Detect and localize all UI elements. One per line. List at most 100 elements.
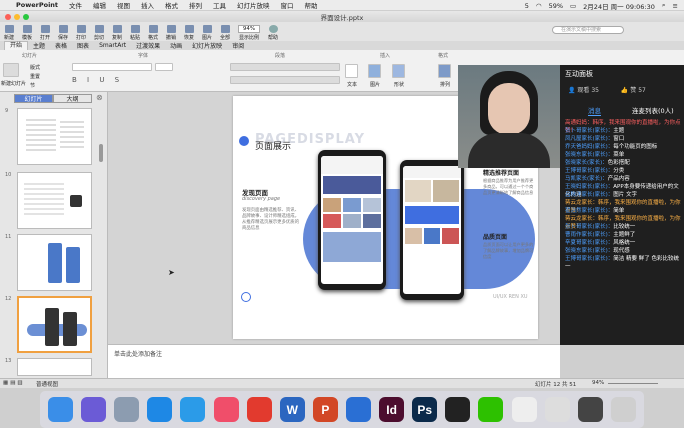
control-center-icon[interactable]: ≡ bbox=[673, 2, 678, 10]
panel-tabs: 消息 连麦列表(0人) bbox=[560, 103, 684, 116]
slide-thumbnail[interactable] bbox=[17, 108, 92, 165]
dock-app-bird-icon[interactable] bbox=[346, 397, 372, 422]
tab-slideshow[interactable]: 幻灯片放映 bbox=[187, 41, 227, 50]
dock-app-trash-icon[interactable] bbox=[610, 397, 636, 422]
dock-app-safari-icon[interactable] bbox=[180, 397, 206, 422]
chat-sender: 凤凡屋家长(家长)： bbox=[565, 136, 614, 142]
dock-app-app-store-icon[interactable] bbox=[147, 397, 173, 422]
template-button[interactable]: 模板 bbox=[20, 25, 34, 41]
dock-app-netease-music-icon[interactable] bbox=[246, 397, 272, 422]
close-window-button[interactable] bbox=[5, 14, 11, 20]
zoom-slider[interactable] bbox=[608, 383, 658, 384]
redo-button[interactable]: 恢复 bbox=[182, 25, 196, 41]
dock-app-doc1-icon[interactable] bbox=[511, 397, 537, 422]
slide-thumbnail[interactable] bbox=[17, 234, 92, 291]
dock-app-siri-icon[interactable] bbox=[81, 397, 107, 422]
zoom-control[interactable]: 94% 显示比例 bbox=[236, 25, 262, 41]
dock-app-wechat-icon[interactable] bbox=[478, 397, 504, 422]
like-icon[interactable]: 👍 bbox=[621, 87, 628, 94]
tab-messages[interactable]: 消息 bbox=[588, 105, 601, 116]
picture-icon[interactable] bbox=[368, 64, 381, 78]
tab-smartart[interactable]: SmartArt bbox=[94, 42, 131, 49]
print-button[interactable]: 打印 bbox=[74, 25, 88, 41]
dock-app-doc2-icon[interactable] bbox=[544, 397, 570, 422]
menu-file[interactable]: 文件 bbox=[69, 0, 82, 10]
new-button[interactable]: 新建 bbox=[2, 25, 16, 41]
menu-edit[interactable]: 编辑 bbox=[93, 0, 106, 10]
slide-thumbnail[interactable] bbox=[17, 172, 92, 229]
tab-outline[interactable]: 大纲 bbox=[53, 94, 92, 103]
new-slide-button[interactable] bbox=[3, 63, 19, 77]
paste-icon bbox=[130, 25, 140, 33]
tab-tables[interactable]: 表格 bbox=[50, 41, 72, 50]
slide-thumbnail[interactable] bbox=[17, 358, 92, 376]
tab-home[interactable]: 开始 bbox=[4, 41, 29, 50]
panel-title: 互动面板 bbox=[565, 70, 593, 78]
thumbnail-scrollbar[interactable] bbox=[99, 144, 103, 162]
zoom-input[interactable]: 94% bbox=[238, 25, 260, 33]
dock-app-photoshop-icon[interactable]: Ps bbox=[412, 397, 438, 422]
dock-app-launchpad-icon[interactable] bbox=[114, 397, 140, 422]
chat-sender: 马凯家长(家长)： bbox=[565, 176, 608, 182]
copy-button[interactable]: 复制 bbox=[110, 25, 124, 41]
minimize-window-button[interactable] bbox=[14, 14, 20, 20]
clock[interactable]: 2月24日 周一 09:06:30 bbox=[583, 1, 655, 11]
cut-button[interactable]: 剪切 bbox=[92, 25, 106, 41]
menu-slideshow[interactable]: 幻灯片放映 bbox=[237, 0, 270, 10]
dock-app-powerpoint-icon[interactable]: P bbox=[312, 397, 338, 422]
search-input[interactable]: 在演示文稿中搜索 bbox=[552, 26, 624, 34]
battery-level[interactable]: 59% bbox=[549, 2, 563, 10]
menu-insert[interactable]: 插入 bbox=[141, 0, 154, 10]
view-switch-icons[interactable]: ▦▤▥ bbox=[3, 380, 25, 386]
notification-badge[interactable]: 5 bbox=[525, 2, 529, 10]
search-icon[interactable]: ⌕ bbox=[662, 1, 666, 10]
help-button[interactable]: 帮助 bbox=[266, 25, 280, 41]
text-box-icon[interactable] bbox=[345, 64, 358, 78]
dock-app-indesign-icon[interactable]: Id bbox=[379, 397, 405, 422]
menu-app[interactable]: PowerPoint bbox=[16, 1, 58, 9]
dock-app-screen-icon[interactable] bbox=[577, 397, 603, 422]
tab-review[interactable]: 审阅 bbox=[227, 41, 249, 50]
tab-animations[interactable]: 动画 bbox=[165, 41, 187, 50]
dock-app-word-icon[interactable]: W bbox=[279, 397, 305, 422]
font-format-buttons[interactable]: B I U S bbox=[72, 76, 123, 84]
font-name-select[interactable] bbox=[72, 63, 152, 71]
paragraph-controls[interactable] bbox=[230, 63, 340, 71]
undo-button[interactable]: 撤销 bbox=[164, 25, 178, 41]
menu-help[interactable]: 帮助 bbox=[305, 0, 318, 10]
dock-app-qq-icon[interactable] bbox=[445, 397, 471, 422]
tab-themes[interactable]: 主题 bbox=[28, 41, 50, 50]
menu-arrange[interactable]: 排列 bbox=[189, 0, 202, 10]
layout-button[interactable]: 版式 bbox=[30, 64, 40, 71]
menu-window[interactable]: 窗口 bbox=[281, 0, 294, 10]
picture-button[interactable]: 图片 bbox=[200, 25, 214, 41]
chat-sender: 王博哥家长(家长)： bbox=[565, 256, 614, 262]
font-size-select[interactable] bbox=[155, 63, 173, 71]
wifi-icon[interactable]: ◠ bbox=[536, 2, 542, 10]
all-button[interactable]: 全部 bbox=[218, 25, 232, 41]
tab-charts[interactable]: 图表 bbox=[72, 41, 94, 50]
section-button[interactable]: 节 bbox=[30, 82, 35, 89]
chat-message: 吕秋洋家长(家长)：图片 文字 bbox=[565, 191, 683, 199]
close-panel-icon[interactable]: ⊗ bbox=[96, 93, 103, 102]
paste-button[interactable]: 粘贴 bbox=[128, 25, 142, 41]
shape-icon[interactable] bbox=[392, 64, 405, 78]
arrange-icon[interactable] bbox=[438, 64, 451, 78]
format-painter-button[interactable]: 格式 bbox=[146, 25, 160, 41]
zoom-window-button[interactable] bbox=[23, 14, 29, 20]
alignment-controls[interactable] bbox=[230, 76, 340, 84]
save-button[interactable]: 保存 bbox=[56, 25, 70, 41]
menu-view[interactable]: 视图 bbox=[117, 0, 130, 10]
menu-tools[interactable]: 工具 bbox=[213, 0, 226, 10]
notes-input[interactable]: 单击此处添加备注 bbox=[108, 344, 560, 378]
open-button[interactable]: 打开 bbox=[38, 25, 52, 41]
battery-icon[interactable]: ▭ bbox=[570, 2, 576, 10]
tab-mic-list[interactable]: 连麦列表(0人) bbox=[632, 105, 674, 115]
dock-app-finder-icon[interactable] bbox=[48, 397, 74, 422]
tab-transitions[interactable]: 过渡效果 bbox=[131, 41, 165, 50]
dock-app-music-icon[interactable] bbox=[213, 397, 239, 422]
slide-thumbnail-selected[interactable] bbox=[17, 296, 92, 353]
tab-slides[interactable]: 幻灯片 bbox=[14, 94, 53, 103]
reset-button[interactable]: 重置 bbox=[30, 73, 40, 80]
menu-format[interactable]: 格式 bbox=[165, 0, 178, 10]
